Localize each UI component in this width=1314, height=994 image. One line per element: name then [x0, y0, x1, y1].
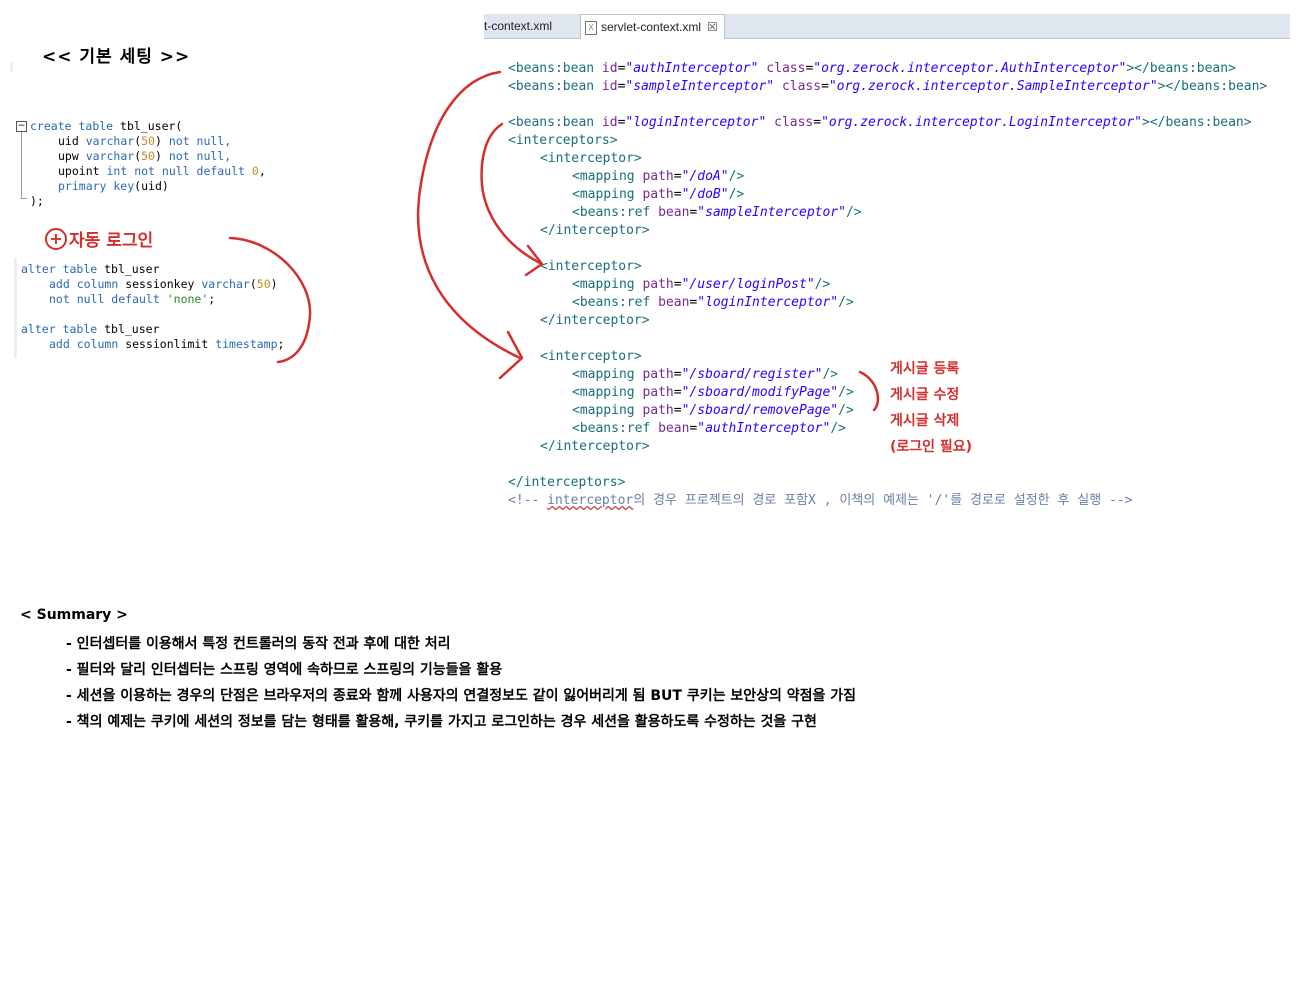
arrow-auth-to-group3 — [416, 70, 522, 360]
annotation-arrows — [228, 70, 880, 412]
arrow-sql-curve — [228, 236, 312, 364]
summary-bullet: - 인터셉터를 이용해서 특정 컨트롤러의 동작 전과 후에 대한 처리 — [66, 636, 451, 652]
summary-title: < Summary > — [20, 607, 128, 623]
bracket-notes — [858, 370, 880, 412]
summary-bullet: - 필터와 달리 인터셉터는 스프링 영역에 속하므로 스프링의 기능들을 활용 — [66, 662, 503, 678]
arrow-login-to-group2 — [480, 122, 542, 265]
summary-bullet: - 책의 예제는 쿠키에 세션의 정보를 담는 형태를 활용해, 쿠키를 가지고… — [66, 714, 817, 730]
summary-bullet: - 세션을 이용하는 경우의 단점은 브라우저의 종료와 함께 사용자의 연결정… — [66, 688, 857, 704]
arrow-auth-to-group3-head — [498, 330, 524, 380]
